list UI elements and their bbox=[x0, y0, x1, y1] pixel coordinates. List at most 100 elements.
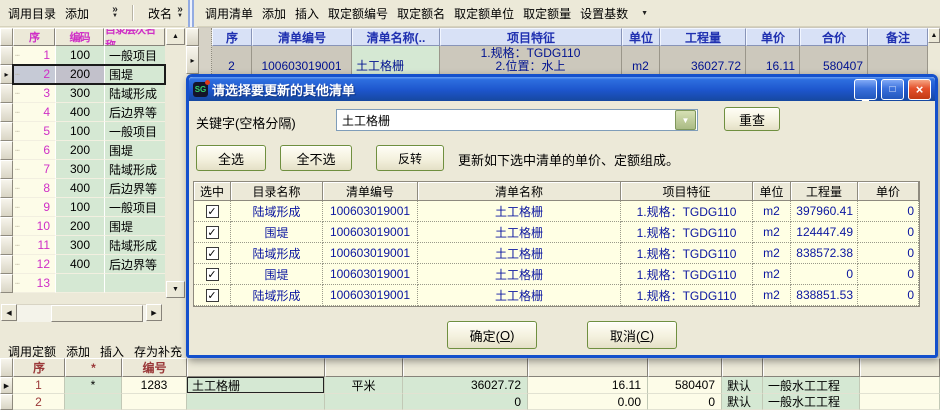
keyword-value[interactable]: 土工格栅 bbox=[337, 112, 674, 129]
menu-call-catalog[interactable]: 调用目录 bbox=[8, 5, 56, 22]
grid-price-cell[interactable]: 0 bbox=[858, 264, 919, 285]
vertical-scrollbar[interactable]: ▲ bbox=[928, 28, 940, 74]
grid-feature-cell[interactable]: 1.规格：TGDG110 bbox=[621, 243, 753, 264]
grid-unit-cell[interactable]: m2 bbox=[753, 243, 791, 264]
grid-price-cell[interactable]: 0 bbox=[858, 201, 919, 222]
catalog-row[interactable]: 6 200 围堤 bbox=[13, 141, 165, 160]
menu-add[interactable]: 添加 bbox=[66, 344, 90, 358]
column-header-unit[interactable]: 单位 bbox=[753, 182, 791, 201]
grid-qty-cell[interactable]: 838572.38 bbox=[791, 243, 858, 264]
select-all-button[interactable]: 全选 bbox=[196, 145, 266, 171]
minimize-button[interactable]: ▁ bbox=[854, 79, 877, 100]
grid-unit-cell[interactable]: m2 bbox=[753, 264, 791, 285]
grid-code-cell[interactable]: 100603019001 bbox=[323, 285, 418, 306]
column-header-list-name[interactable]: 清单名称(.. bbox=[352, 28, 440, 46]
grid-qty-cell[interactable]: 0 bbox=[791, 264, 858, 285]
row-indicator-current[interactable]: ▸ bbox=[0, 65, 13, 84]
row-indicator[interactable] bbox=[0, 236, 13, 255]
menu-take-quota-unit[interactable]: 取定额单位 bbox=[454, 5, 514, 22]
row-indicator-current[interactable]: ▸ bbox=[186, 46, 199, 74]
menu-save-as-supplement[interactable]: 存为补充 bbox=[134, 344, 182, 358]
catalog-row[interactable]: 7 300 陆域形成 bbox=[13, 160, 165, 179]
grid-dir-cell[interactable]: 围堤 bbox=[231, 264, 323, 285]
scroll-up-button[interactable]: ▲ bbox=[928, 28, 940, 43]
column-header-price[interactable]: 单价 bbox=[858, 182, 919, 201]
column-header-list-code[interactable]: 清单编号 bbox=[252, 28, 352, 46]
catalog-row[interactable]: 1 100 一般项目 bbox=[13, 46, 165, 65]
grid-dir-cell[interactable]: 陆域形成 bbox=[231, 243, 323, 264]
menu-take-quota-name[interactable]: 取定额名 bbox=[397, 5, 445, 22]
grid-code-cell[interactable]: 100603019001 bbox=[323, 264, 418, 285]
select-none-button[interactable]: 全不选 bbox=[280, 145, 352, 171]
ok-button[interactable]: 确定(O) bbox=[447, 321, 537, 349]
column-header-feature[interactable]: 项目特征 bbox=[440, 28, 622, 46]
close-button[interactable]: × bbox=[908, 79, 931, 100]
grid-dir-cell[interactable]: 围堤 bbox=[231, 222, 323, 243]
grid-qty-cell[interactable]: 397960.41 bbox=[791, 201, 858, 222]
catalog-row[interactable]: 12 400 后边界等 bbox=[13, 255, 165, 274]
column-header-hidden[interactable] bbox=[325, 358, 403, 377]
column-header-price[interactable]: 单价 bbox=[746, 28, 800, 46]
column-header-hidden[interactable] bbox=[648, 358, 722, 377]
column-header-code[interactable]: 编号 bbox=[122, 358, 187, 377]
scrollbar-track[interactable] bbox=[17, 304, 146, 322]
dialog-titlebar[interactable]: SG 请选择要更新的其他清单 ▁ □ × bbox=[189, 77, 935, 101]
scroll-down-button[interactable]: ▼ bbox=[166, 281, 185, 298]
grid-code-cell[interactable]: 100603019001 bbox=[323, 222, 418, 243]
grid-qty-cell[interactable]: 838851.53 bbox=[791, 285, 858, 306]
row-indicator[interactable] bbox=[0, 84, 13, 103]
menu-take-quota-number[interactable]: 取定额编号 bbox=[328, 5, 388, 22]
row-indicator[interactable] bbox=[0, 46, 13, 65]
catalog-row[interactable]: 9 100 一般项目 bbox=[13, 198, 165, 217]
column-header-list-name[interactable]: 清单名称 bbox=[418, 182, 621, 201]
row-indicator[interactable] bbox=[0, 255, 13, 274]
row-indicator[interactable] bbox=[0, 141, 13, 160]
toolbar-overflow-button[interactable]: » ▼ bbox=[177, 7, 183, 19]
menu-call-quota[interactable]: 调用定额 bbox=[8, 344, 56, 358]
menu-take-quota-qty[interactable]: 取定额量 bbox=[523, 5, 571, 22]
row-indicator-current[interactable]: ▶ bbox=[0, 377, 13, 394]
row-indicator[interactable] bbox=[0, 122, 13, 141]
toolbar-overflow-button[interactable]: » ▼ bbox=[112, 7, 118, 19]
grid-dir-cell[interactable]: 陆域形成 bbox=[231, 285, 323, 306]
catalog-row[interactable]: 3 300 陆域形成 bbox=[13, 84, 165, 103]
scroll-up-button[interactable]: ▲ bbox=[166, 28, 185, 45]
row-indicator[interactable] bbox=[0, 217, 13, 236]
scroll-right-button[interactable]: ▶ bbox=[146, 304, 162, 321]
grid-feature-cell[interactable]: 1.规格：TGDG110 bbox=[621, 285, 753, 306]
catalog-row[interactable]: 10 200 围堤 bbox=[13, 217, 165, 236]
list-row[interactable]: 2 100603019001 土工格栅 1.规格：TGDG110 2.位置：水上… bbox=[212, 46, 928, 74]
row-indicator[interactable] bbox=[0, 160, 13, 179]
column-header-checked[interactable]: 选中 bbox=[194, 182, 231, 201]
grid-feature-cell[interactable]: 1.规格：TGDG110 bbox=[621, 222, 753, 243]
row-indicator[interactable] bbox=[0, 394, 13, 410]
grid-price-cell[interactable]: 0 bbox=[858, 243, 919, 264]
row-checkbox[interactable]: ✓ bbox=[206, 205, 219, 218]
menu-rename[interactable]: 改名 bbox=[148, 5, 172, 22]
column-header-catalog-name[interactable]: 目录名称 bbox=[231, 182, 323, 201]
column-header-list-code[interactable]: 清单编号 bbox=[323, 182, 418, 201]
menu-add[interactable]: 添加 bbox=[262, 5, 286, 22]
menu-set-base[interactable]: 设置基数 bbox=[580, 5, 628, 22]
column-header-qty[interactable]: 工程量 bbox=[660, 28, 746, 46]
row-indicator[interactable] bbox=[0, 179, 13, 198]
catalog-row[interactable]: 4 400 后边界等 bbox=[13, 103, 165, 122]
keyword-combobox[interactable]: 土工格栅 ▼ bbox=[336, 109, 698, 131]
column-header-feature[interactable]: 项目特征 bbox=[621, 182, 753, 201]
grid-code-cell[interactable]: 100603019001 bbox=[323, 201, 418, 222]
grid-name-cell[interactable]: 土工格栅 bbox=[418, 201, 621, 222]
column-header-seq[interactable]: 序 bbox=[13, 28, 55, 46]
grid-name-cell[interactable]: 土工格栅 bbox=[418, 285, 621, 306]
invert-selection-button[interactable]: 反转 bbox=[376, 145, 444, 171]
quota-row-name[interactable]: 土工格栅 bbox=[187, 377, 325, 394]
cancel-button[interactable]: 取消(C) bbox=[587, 321, 677, 349]
scroll-left-button[interactable]: ◀ bbox=[1, 304, 17, 321]
row-checkbox[interactable]: ✓ bbox=[206, 226, 219, 239]
row-indicator[interactable] bbox=[0, 103, 13, 122]
quota-row[interactable]: 2 0 0.00 0 默认 一般水工工程 bbox=[13, 394, 940, 410]
horizontal-scrollbar[interactable]: ◀ ▶ bbox=[1, 304, 162, 321]
catalog-row[interactable]: 11 300 陆域形成 bbox=[13, 236, 165, 255]
column-header-star[interactable]: * bbox=[65, 358, 122, 377]
column-header-seq[interactable]: 序 bbox=[13, 358, 65, 377]
menu-add-catalog[interactable]: 添加 bbox=[65, 5, 89, 22]
